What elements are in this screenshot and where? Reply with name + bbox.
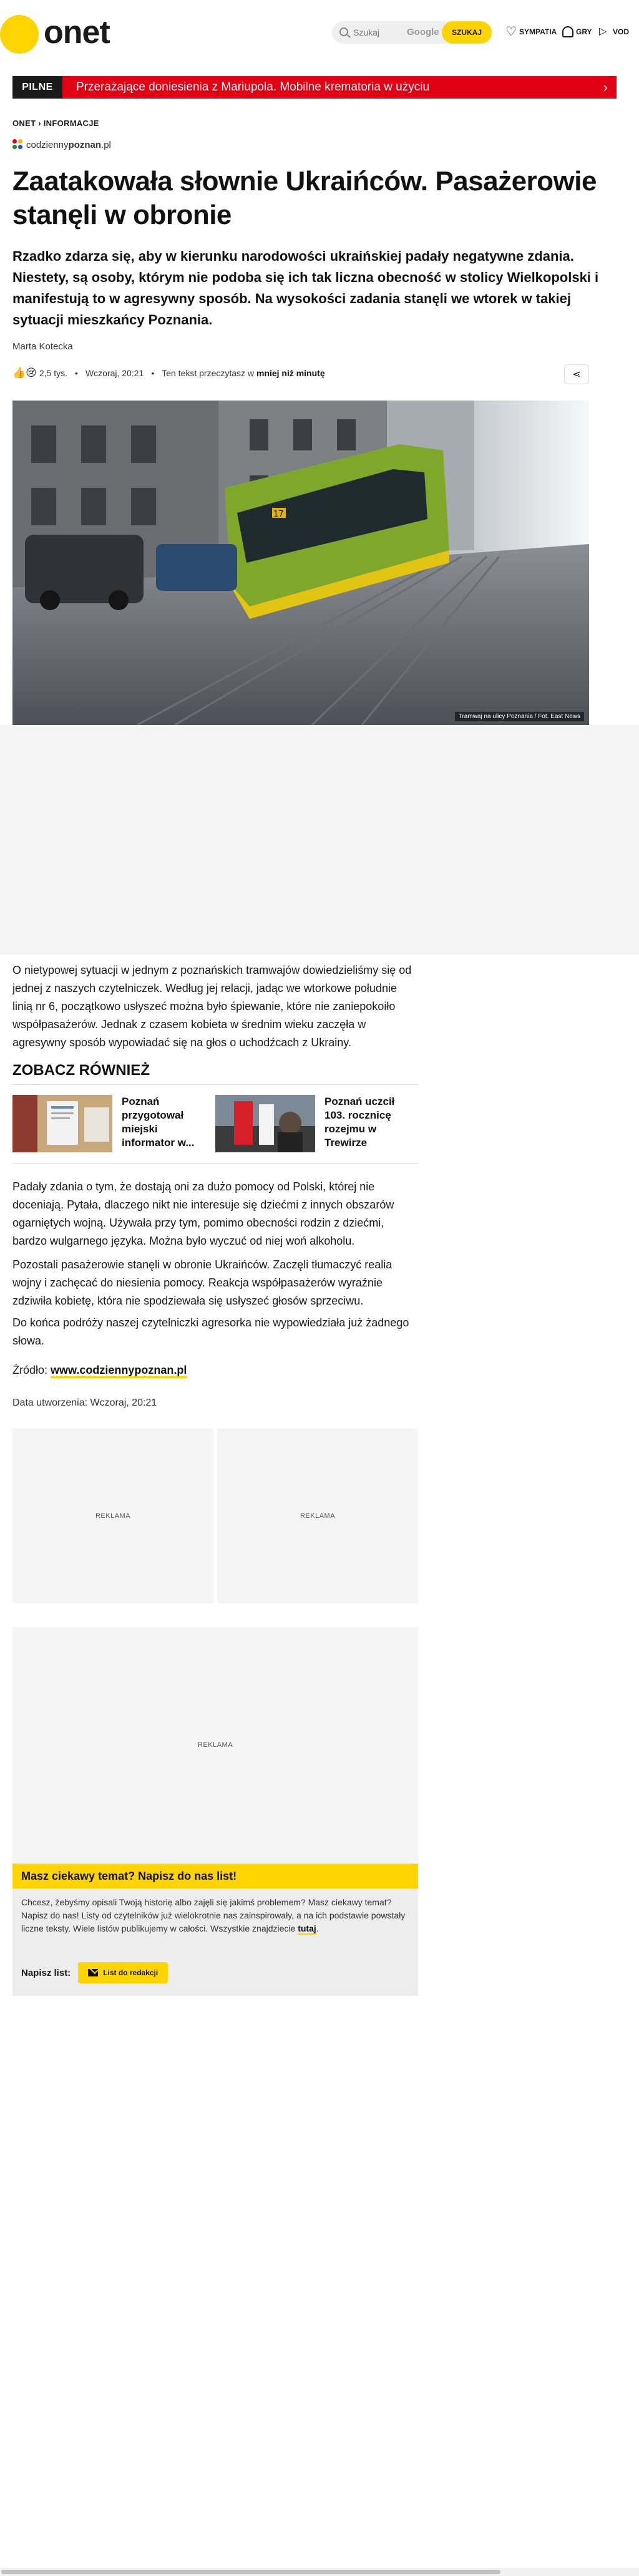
letter-cta-row: Napisz list: List do redakcji (21, 1962, 168, 1983)
source-label: Źródło: (12, 1364, 48, 1376)
ad-slot[interactable]: REKLAMA (217, 1429, 418, 1603)
gry-link[interactable]: GRY (562, 26, 592, 37)
sympatia-label: SYMPATIA (519, 27, 557, 36)
article-date: Wczoraj, 20:21 (85, 368, 144, 378)
source-logo[interactable]: codzienny poznan .pl (12, 139, 111, 150)
source-name-light: codzienny (26, 139, 69, 150)
play-icon (599, 26, 610, 37)
see-also-label[interactable]: Poznań przygotował miejski informator w.… (122, 1095, 206, 1150)
ad-band-top (0, 725, 639, 955)
heart-icon (505, 26, 517, 37)
letter-box-title: Masz ciekawy temat? Napisz do nas list! (12, 1864, 418, 1888)
see-also-item[interactable]: Poznań przygotował miejski informator w.… (12, 1095, 206, 1157)
tram-photo: 17 (12, 401, 589, 725)
read-time-prefix: Ten tekst przeczytasz w (162, 368, 255, 378)
ad-label: REKLAMA (300, 1512, 336, 1520)
article-paragraph-4: Do końca podróży naszej czytelniczki agr… (12, 1316, 409, 1347)
see-also-thumbnail[interactable] (215, 1095, 315, 1152)
letter-box-body: Chcesz, żebyśmy opisali Twoją historię a… (21, 1897, 406, 1935)
breadcrumb[interactable]: ONET › INFORMACJE (12, 119, 99, 128)
letter-to-editor-button[interactable]: List do redakcji (78, 1962, 168, 1983)
reaction-emoji-icon[interactable]: 👍😢 (12, 367, 37, 379)
letter-to-editor-box: Masz ciekawy temat? Napisz do nas list! … (12, 1864, 418, 1996)
search-icon (339, 27, 348, 36)
gamepad-icon (562, 26, 573, 37)
article-paragraph-3: Pozostali pasażerowie stanęli w obronie … (12, 1258, 393, 1307)
ad-label: REKLAMA (95, 1512, 131, 1520)
onet-logo-dot[interactable] (0, 15, 39, 54)
article-author[interactable]: Marta Kotecka (12, 341, 73, 352)
search-input[interactable] (353, 26, 403, 39)
source-line: Źródło: www.codziennypoznan.pl (12, 1364, 187, 1378)
source-name-bold: poznan (68, 139, 102, 150)
svg-text:17: 17 (273, 510, 284, 519)
share-button[interactable]: ⋖ (564, 364, 589, 384)
ad-slot[interactable]: REKLAMA (12, 1627, 418, 1863)
horizontal-scrollbar[interactable] (0, 2568, 639, 2576)
share-icon: ⋖ (572, 369, 581, 380)
source-name-tld: .pl (101, 139, 111, 150)
search-button[interactable]: SZUKAJ (442, 21, 492, 44)
divider (12, 1163, 418, 1164)
ad-slot[interactable]: REKLAMA (12, 1429, 213, 1603)
letter-cta-label: Napisz list: (21, 1967, 71, 1978)
article-paragraph-2: Padały zdania o tym, że dostają oni za d… (12, 1180, 394, 1247)
vod-link[interactable]: VOD (599, 26, 629, 37)
sympatia-link[interactable]: SYMPATIA (505, 26, 557, 37)
breaking-news-label: PILNE (12, 76, 62, 99)
source-link[interactable]: www.codziennypoznan.pl (51, 1364, 187, 1378)
letter-box-text: Chcesz, żebyśmy opisali Twoją historię a… (21, 1897, 406, 1933)
article-title: Zaatakowała słownie Ukraińców. Pasażerow… (12, 166, 597, 230)
source-logo-icon (12, 139, 24, 150)
breaking-news-text[interactable]: Przerażające doniesienia z Mariupola. Mo… (76, 80, 603, 94)
site-header: onet Google SZUKAJ SYMPATIA GRY VOD (0, 0, 639, 69)
see-also-label[interactable]: Poznań uczcił 103. rocznicę rozejmu w Tr… (324, 1095, 409, 1150)
see-also-item[interactable]: Poznań uczcił 103. rocznicę rozejmu w Tr… (215, 1095, 409, 1157)
chevron-right-icon[interactable]: › (603, 79, 608, 95)
article-lead: Rzadko zdarza się, aby w kierunku narodo… (12, 248, 599, 328)
letter-button-label: List do redakcji (103, 1968, 159, 1977)
gry-label: GRY (576, 27, 592, 36)
ad-label: REKLAMA (197, 1741, 233, 1749)
reaction-count[interactable]: 2,5 tys. (39, 368, 67, 378)
google-label: Google (407, 27, 439, 37)
mail-icon (88, 1969, 99, 1976)
see-also-thumbnail[interactable] (12, 1095, 112, 1152)
search-bar: Google SZUKAJ (332, 21, 492, 44)
letter-box-link[interactable]: tutaj (298, 1923, 316, 1935)
onet-logo[interactable]: onet (44, 14, 110, 51)
photo-credit: Tramwaj na ulicy Poznania / Fot. East Ne… (454, 712, 584, 721)
breaking-news-bar[interactable]: PILNE Przerażające doniesienia z Mariupo… (12, 76, 617, 99)
see-also-title: ZOBACZ RÓWNIEŻ (12, 1062, 150, 1079)
article-meta: 👍😢 2,5 tys. • Wczoraj, 20:21 • Ten tekst… (12, 367, 325, 379)
hero-image[interactable]: 17 Tramwaj na ulicy Poznania / Fot. East… (12, 401, 589, 725)
created-date: Data utworzenia: Wczoraj, 20:21 (12, 1397, 157, 1408)
divider (12, 1084, 418, 1085)
scrollbar-thumb[interactable] (1, 2570, 500, 2574)
read-time-value: mniej niż minutę (256, 368, 325, 378)
vod-label: VOD (613, 27, 630, 36)
article-paragraph-1: O nietypowej sytuacji w jednym z poznańs… (12, 964, 412, 1049)
